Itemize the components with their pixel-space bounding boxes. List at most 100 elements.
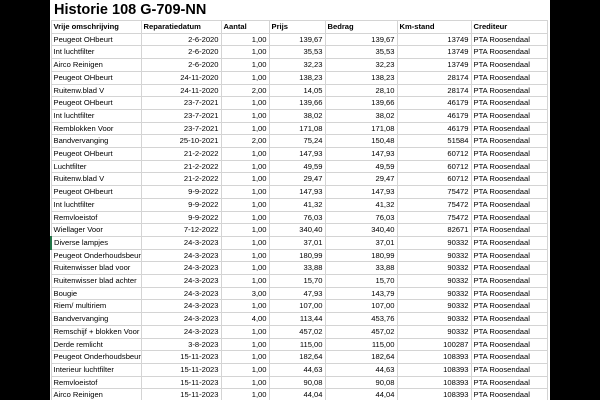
amount-cell[interactable]: 41,32 [324,197,398,212]
mileage-cell[interactable]: 100287 [396,337,472,352]
quantity-cell[interactable]: 1,00 [220,121,270,136]
quantity-cell[interactable]: 1,00 [220,159,270,174]
price-cell[interactable]: 139,67 [268,32,326,47]
repair-date-cell[interactable]: 24-3-2023 [140,324,222,339]
quantity-cell[interactable]: 1,00 [220,32,270,47]
quantity-cell[interactable]: 1,00 [220,223,270,237]
mileage-cell[interactable]: 13749 [396,45,472,60]
quantity-cell[interactable]: 2,00 [220,83,270,98]
amount-cell[interactable]: 90,08 [324,375,398,390]
mileage-cell[interactable]: 90332 [396,299,472,314]
repair-date-cell[interactable]: 21-2-2022 [140,172,222,187]
quantity-cell[interactable]: 1,00 [220,45,270,60]
amount-cell[interactable]: 32,23 [324,58,398,72]
repair-date-cell[interactable]: 21-2-2022 [140,147,222,161]
repair-date-cell[interactable]: 9-9-2022 [140,185,222,199]
column-header-quantity[interactable]: Aantal [220,20,270,34]
amount-cell[interactable]: 147,93 [324,147,398,161]
price-cell[interactable]: 33,88 [268,261,326,276]
quantity-cell[interactable]: 1,00 [220,324,270,339]
repair-date-cell[interactable]: 24-3-2023 [140,299,222,314]
description-cell[interactable]: Bougie [50,286,142,301]
description-cell[interactable]: Peugeot OHbeurt [50,70,142,85]
mileage-cell[interactable]: 108393 [396,350,472,364]
repair-date-cell[interactable]: 24-3-2023 [140,235,222,250]
mileage-cell[interactable]: 46179 [396,108,472,123]
amount-cell[interactable]: 44,04 [324,388,398,400]
price-cell[interactable]: 113,44 [268,312,326,326]
description-cell[interactable]: Ruitenw.blad V [50,83,142,98]
repair-date-cell[interactable]: 24-3-2023 [140,274,222,288]
quantity-cell[interactable]: 4,00 [220,312,270,326]
repair-date-cell[interactable]: 24-3-2023 [140,312,222,326]
repair-date-cell[interactable]: 21-2-2022 [140,159,222,174]
price-cell[interactable]: 37,01 [268,235,326,250]
price-cell[interactable]: 76,03 [268,210,326,225]
creditor-cell[interactable]: PTA Roosendaal [470,274,548,288]
repair-date-cell[interactable]: 24-3-2023 [140,248,222,263]
creditor-cell[interactable]: PTA Roosendaal [470,235,548,250]
repair-date-cell[interactable]: 15-11-2023 [140,362,222,377]
price-cell[interactable]: 75,24 [268,134,326,149]
quantity-cell[interactable]: 1,00 [220,70,270,85]
repair-date-cell[interactable]: 23-7-2021 [140,108,222,123]
amount-cell[interactable]: 147,93 [324,185,398,199]
price-cell[interactable]: 147,93 [268,147,326,161]
description-cell[interactable]: Riem/ multiriem [50,299,142,314]
repair-date-cell[interactable]: 23-7-2021 [140,121,222,136]
repair-date-cell[interactable]: 2-6-2020 [140,58,222,72]
description-cell[interactable]: Int luchtfilter [50,45,142,60]
mileage-cell[interactable]: 75472 [396,210,472,225]
description-cell[interactable]: Remvloeistof [50,210,142,225]
price-cell[interactable]: 41,32 [268,197,326,212]
amount-cell[interactable]: 340,40 [324,223,398,237]
column-header-amount[interactable]: Bedrag [324,20,398,34]
description-cell[interactable]: Derde remlicht [50,337,142,352]
description-cell[interactable]: Luchtfilter [50,159,142,174]
price-cell[interactable]: 90,08 [268,375,326,390]
column-header-creditor[interactable]: Crediteur [470,20,548,34]
quantity-cell[interactable]: 1,00 [220,58,270,72]
price-cell[interactable]: 138,23 [268,70,326,85]
description-cell[interactable]: Peugeot Onderhoudsbeurt [50,248,142,263]
price-cell[interactable]: 15,70 [268,274,326,288]
mileage-cell[interactable]: 46179 [396,121,472,136]
repair-date-cell[interactable]: 9-9-2022 [140,197,222,212]
mileage-cell[interactable]: 13749 [396,58,472,72]
mileage-cell[interactable]: 75472 [396,185,472,199]
amount-cell[interactable]: 171,08 [324,121,398,136]
quantity-cell[interactable]: 2,00 [220,134,270,149]
description-cell[interactable]: Remvloeistof [50,375,142,390]
creditor-cell[interactable]: PTA Roosendaal [470,261,548,276]
price-cell[interactable]: 47,93 [268,286,326,301]
quantity-cell[interactable]: 1,00 [220,108,270,123]
amount-cell[interactable]: 139,66 [324,96,398,110]
creditor-cell[interactable]: PTA Roosendaal [470,312,548,326]
creditor-cell[interactable]: PTA Roosendaal [470,197,548,212]
amount-cell[interactable]: 182,64 [324,350,398,364]
creditor-cell[interactable]: PTA Roosendaal [470,362,548,377]
repair-date-cell[interactable]: 24-11-2020 [140,83,222,98]
repair-date-cell[interactable]: 9-9-2022 [140,210,222,225]
mileage-cell[interactable]: 90332 [396,324,472,339]
repair-date-cell[interactable]: 15-11-2023 [140,388,222,400]
amount-cell[interactable]: 49,59 [324,159,398,174]
amount-cell[interactable]: 37,01 [324,235,398,250]
description-cell[interactable]: Peugeot OHbeurt [50,96,142,110]
amount-cell[interactable]: 143,79 [324,286,398,301]
mileage-cell[interactable]: 82671 [396,223,472,237]
amount-cell[interactable]: 33,88 [324,261,398,276]
creditor-cell[interactable]: PTA Roosendaal [470,83,548,98]
mileage-cell[interactable]: 75472 [396,197,472,212]
quantity-cell[interactable]: 3,00 [220,286,270,301]
mileage-cell[interactable]: 60712 [396,159,472,174]
quantity-cell[interactable]: 1,00 [220,261,270,276]
repair-date-cell[interactable]: 3-8-2023 [140,337,222,352]
repair-date-cell[interactable]: 15-11-2023 [140,350,222,364]
creditor-cell[interactable]: PTA Roosendaal [470,108,548,123]
quantity-cell[interactable]: 1,00 [220,388,270,400]
creditor-cell[interactable]: PTA Roosendaal [470,45,548,60]
quantity-cell[interactable]: 1,00 [220,172,270,187]
description-cell[interactable]: Peugeot OHbeurt [50,147,142,161]
repair-date-cell[interactable]: 25-10-2021 [140,134,222,149]
